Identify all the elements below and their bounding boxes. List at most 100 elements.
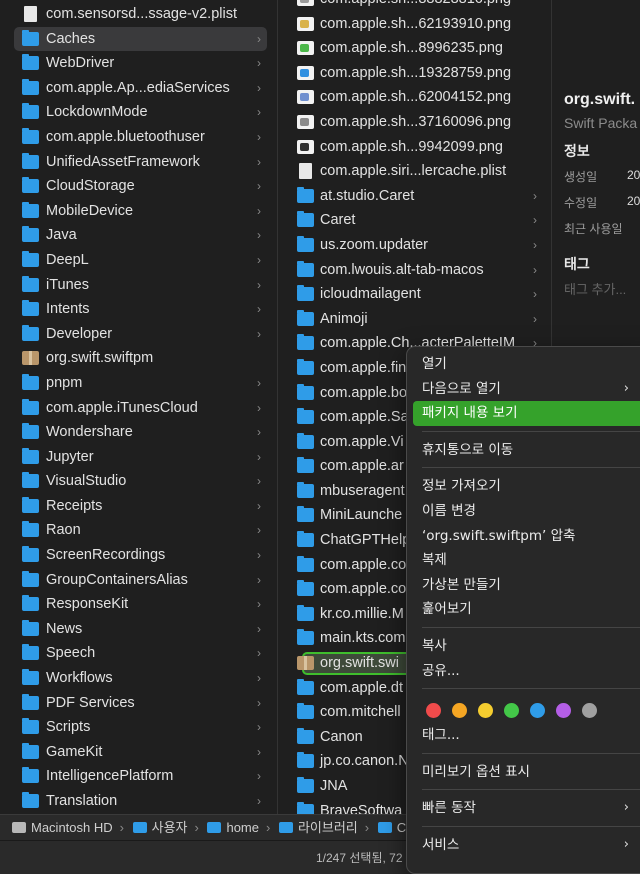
column-1-item[interactable]: Developer › <box>0 322 277 347</box>
column-2-item[interactable]: Caret › <box>278 208 551 233</box>
menu-item-tags[interactable]: 태그... <box>413 723 640 748</box>
path-crumb-macintosh-hd[interactable]: Macintosh HD <box>12 815 113 840</box>
column-2-item[interactable]: com.apple.sh...88828816.png <box>278 0 551 12</box>
column-1-item[interactable]: MobileDevice › <box>0 199 277 224</box>
folder-icon <box>22 742 39 759</box>
column-1-item[interactable]: GroupContainersAlias › <box>0 568 277 593</box>
folder-icon <box>297 186 314 203</box>
column-1-item[interactable]: com.sensorsd...ssage-v2.plist <box>0 2 277 27</box>
column-2-item[interactable]: com.apple.sh...9942099.png <box>278 135 551 160</box>
tag-color-dot[interactable] <box>530 703 545 719</box>
menu-item-show-preview-options[interactable]: 미리보기 옵션 표시 <box>413 760 640 785</box>
chevron-right-icon: › <box>257 646 261 661</box>
column-1-item[interactable]: VisualStudio › <box>0 469 277 494</box>
menu-item-quick-actions[interactable]: 빠른 동작 › <box>413 796 640 821</box>
column-1-item[interactable]: GameKit › <box>0 740 277 765</box>
column-1-item[interactable]: IntelligencePlatform › <box>0 764 277 789</box>
folder-icon <box>22 300 39 317</box>
column-1-item[interactable]: Caches › <box>14 26 267 52</box>
column-1-item[interactable]: Wondershare › <box>0 420 277 445</box>
add-tags-field[interactable]: 태그 추가... <box>564 279 626 298</box>
folder-icon <box>22 201 39 218</box>
column-1-item[interactable]: ResponseKit › <box>0 592 277 617</box>
menu-item-duplicate[interactable]: 복제 <box>413 548 640 573</box>
column-1-item[interactable]: LockdownMode › <box>0 100 277 125</box>
column-1-item[interactable]: News › <box>0 617 277 642</box>
column-1-item[interactable]: com.apple.iTunesCloud › <box>0 396 277 421</box>
column-1-item[interactable]: com.apple.Ap...ediaServices › <box>0 76 277 101</box>
item-label: com.apple.sh...8996235.png <box>320 40 503 57</box>
tag-color-dot[interactable] <box>582 703 597 719</box>
column-2-item[interactable]: com.apple.sh...19328759.png <box>278 61 551 86</box>
folder-icon <box>297 678 314 695</box>
folder-icon <box>22 496 39 513</box>
column-2-item[interactable]: com.apple.sh...62193910.png <box>278 12 551 37</box>
menu-item-open[interactable]: 열기 <box>413 352 640 377</box>
tag-color-dot[interactable] <box>556 703 571 719</box>
path-crumb-home[interactable]: home <box>207 815 259 840</box>
item-label: Raon <box>46 522 81 539</box>
menu-item-move-to-trash[interactable]: 휴지통으로 이동 <box>413 438 640 463</box>
menu-item-share[interactable]: 공유... <box>413 659 640 684</box>
column-1-item[interactable]: pnpm › <box>0 371 277 396</box>
column-1-item[interactable]: PDF Services › <box>0 691 277 716</box>
chevron-right-icon: › <box>257 794 261 808</box>
column-1-item[interactable]: Speech › <box>0 641 277 666</box>
chevron-right-icon: › <box>257 548 261 563</box>
column-2-item[interactable]: com.lwouis.alt-tab-macos › <box>278 258 551 283</box>
column-1-item[interactable]: ScreenRecordings › <box>0 543 277 568</box>
column-1-item[interactable]: Raon › <box>0 518 277 543</box>
tag-color-dot[interactable] <box>504 703 519 719</box>
chevron-right-icon: › <box>257 277 261 292</box>
column-1-item[interactable]: WebDriver › <box>0 51 277 76</box>
column-1-item[interactable]: Workflows › <box>0 666 277 691</box>
column-2-item[interactable]: us.zoom.updater › <box>278 233 551 258</box>
column-2-item[interactable]: com.apple.siri...lercache.plist <box>278 159 551 184</box>
menu-item-label: 서비스 <box>422 836 460 853</box>
item-label: Animoji <box>320 310 368 327</box>
column-2-item[interactable]: com.apple.sh...37160096.png <box>278 110 551 135</box>
tag-color-dot[interactable] <box>452 703 467 719</box>
column-1-item[interactable]: Receipts › <box>0 494 277 519</box>
column-2-item[interactable]: Animoji › <box>278 307 551 332</box>
column-2-item[interactable]: com.apple.sh...62004152.png <box>278 85 551 110</box>
modified-label: 수정일 <box>564 196 598 210</box>
tag-color-dot[interactable] <box>426 703 441 719</box>
path-crumb-library[interactable]: 라이브러리 <box>278 815 358 840</box>
column-1-item[interactable]: Jupyter › <box>0 445 277 470</box>
context-menu: 열기 다음으로 열기 › 패키지 내용 보기 휴지통으로 이동 정보 가져오기 이… <box>406 346 640 874</box>
column-1-item[interactable]: iTunes › <box>0 273 277 298</box>
folder-icon <box>297 555 314 572</box>
column-1-item[interactable]: DeepL › <box>0 248 277 273</box>
folder-icon <box>22 447 39 464</box>
menu-item-copy[interactable]: 복사 <box>413 634 640 659</box>
column-1-item[interactable]: Translation › <box>0 789 277 814</box>
column-1-item[interactable]: org.swift.swiftpm <box>0 346 277 371</box>
tag-color-dot[interactable] <box>478 703 493 719</box>
menu-item-compress[interactable]: ‘org.swift.swiftpm’ 압축 <box>413 524 640 549</box>
item-label: org.swift.swiftpm <box>46 350 154 367</box>
menu-item-quick-look[interactable]: 훑어보기 <box>413 597 640 622</box>
menu-item-get-info[interactable]: 정보 가져오기 <box>413 474 640 499</box>
column-1-item[interactable]: CloudStorage › <box>0 174 277 199</box>
menu-item-rename[interactable]: 이름 변경 <box>413 499 640 524</box>
folder-icon <box>297 703 314 720</box>
folder-icon <box>132 822 147 833</box>
folder-icon <box>22 127 39 144</box>
chevron-right-icon: › <box>257 375 261 390</box>
column-2-item[interactable]: icloudmailagent › <box>278 282 551 307</box>
menu-item-services[interactable]: 서비스 › <box>413 833 640 858</box>
folder-icon <box>22 152 39 169</box>
menu-item-make-alias[interactable]: 가상본 만들기 <box>413 573 640 598</box>
column-1-item[interactable]: Java › <box>0 223 277 248</box>
path-crumb-users[interactable]: 사용자 <box>132 815 188 840</box>
column-2-item[interactable]: at.studio.Caret › <box>278 184 551 209</box>
column-1-item[interactable]: UnifiedAssetFramework › <box>0 150 277 175</box>
menu-item-show-package-contents[interactable]: 패키지 내용 보기 <box>413 401 640 426</box>
column-2-item[interactable]: com.apple.sh...8996235.png <box>278 36 551 61</box>
tag-color-picker <box>413 695 640 723</box>
column-1-item[interactable]: Intents › <box>0 297 277 322</box>
column-1-item[interactable]: Scripts › <box>0 715 277 740</box>
column-1-item[interactable]: com.apple.bluetoothuser › <box>0 125 277 150</box>
menu-item-open-with[interactable]: 다음으로 열기 › <box>413 377 640 402</box>
